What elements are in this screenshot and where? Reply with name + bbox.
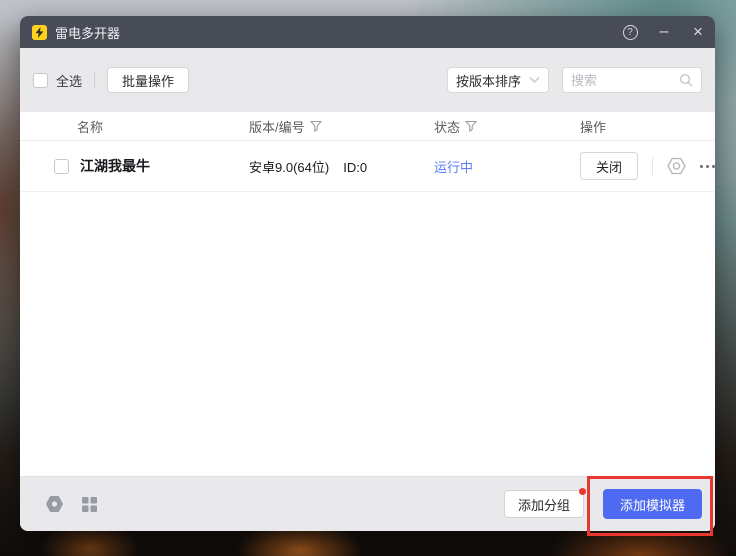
emulator-name: 江湖我最牛 [80,156,249,176]
toolbar: 全选 批量操作 按版本排序 [20,48,715,112]
window-controls: ? – × [613,16,715,48]
column-header-action: 操作 [580,117,715,136]
notification-dot [579,488,586,495]
close-button[interactable]: × [681,16,715,48]
search-box [562,67,702,93]
add-emulator-button[interactable]: 添加模拟器 [603,489,702,519]
toolbar-right: 按版本排序 [447,67,702,93]
column-header-name: 名称 [77,117,249,136]
emulator-actions: 关闭 [580,152,715,180]
app-logo-icon [32,25,47,40]
emulator-list-empty-area [20,192,715,476]
table-header: 名称 版本/编号 状态 操作 [20,112,715,141]
minimize-icon: – [660,27,669,37]
action-divider [652,157,653,175]
sort-dropdown-value: 按版本排序 [456,71,521,90]
ldplayer-multi-instance-window: 雷电多开器 ? – × 全选 批量操作 按版本排序 [20,16,715,531]
more-options-icon[interactable] [700,165,715,168]
help-button[interactable]: ? [613,16,647,48]
stop-emulator-button[interactable]: 关闭 [580,152,638,180]
emulator-version: 安卓9.0(64位) [249,160,329,175]
batch-operation-button[interactable]: 批量操作 [107,67,189,93]
toolbar-divider [94,72,95,88]
lightning-bolt-icon [35,27,44,38]
filter-icon[interactable] [310,120,322,132]
select-all-checkbox[interactable] [33,73,48,88]
emulator-version-cell: 安卓9.0(64位) ID:0 [249,157,434,176]
titlebar: 雷电多开器 ? – × [20,16,715,48]
sort-dropdown[interactable]: 按版本排序 [447,67,549,93]
settings-nut-icon[interactable] [667,157,686,175]
filter-icon[interactable] [465,120,477,132]
help-icon: ? [623,25,638,40]
footer-icons [45,495,98,513]
chevron-down-icon [529,76,540,84]
column-header-version: 版本/编号 [249,117,434,136]
emulator-status: 运行中 [434,157,580,176]
multi-window-grid-icon[interactable] [81,496,98,513]
close-icon: × [693,22,703,42]
column-header-status: 状态 [434,117,580,136]
row-checkbox[interactable] [54,159,69,174]
search-input[interactable] [571,73,679,88]
emulator-row: 江湖我最牛 安卓9.0(64位) ID:0 运行中 关闭 [20,141,715,192]
footer-buttons: 添加分组 添加模拟器 [504,489,702,519]
global-settings-icon[interactable] [45,495,64,513]
minimize-button[interactable]: – [647,16,681,48]
emulator-id: ID:0 [343,160,367,175]
add-group-button[interactable]: 添加分组 [504,490,584,518]
footer-bar: 添加分组 添加模拟器 [20,476,715,531]
search-icon[interactable] [679,73,693,87]
select-all-label[interactable]: 全选 [56,71,82,90]
window-title: 雷电多开器 [55,23,120,42]
